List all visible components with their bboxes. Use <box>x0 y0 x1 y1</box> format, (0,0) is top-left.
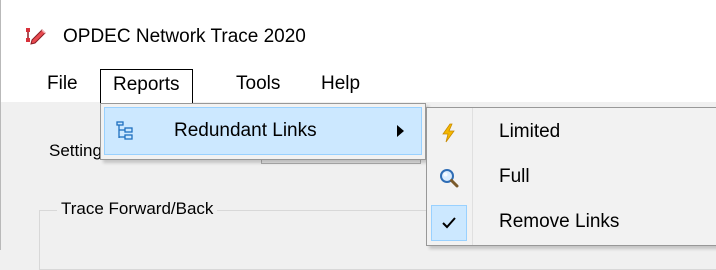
tree-structure-icon <box>116 121 133 140</box>
icon-cell <box>431 160 467 196</box>
submenu-item-limited[interactable]: Limited <box>427 111 716 154</box>
submenu-item-label: Full <box>499 166 530 187</box>
submenu-item-remove-links[interactable]: Remove Links <box>427 201 716 244</box>
reports-dropdown-menu: Redundant Links <box>100 103 426 160</box>
menu-reports[interactable]: Reports <box>100 69 193 103</box>
app-network-icon <box>26 28 46 45</box>
menu-file[interactable]: File <box>35 70 90 98</box>
submenu-arrow-icon <box>397 125 404 137</box>
submenu-item-label: Limited <box>499 121 561 142</box>
menu-item-redundant-links[interactable]: Redundant Links <box>104 107 422 155</box>
menu-help[interactable]: Help <box>309 70 372 98</box>
submenu-item-full[interactable]: Full <box>427 156 716 199</box>
app-window: OPDEC Network Trace 2020 File Reports To… <box>0 0 716 270</box>
title-bar: OPDEC Network Trace 2020 <box>1 0 716 62</box>
trace-group-caption: Trace Forward/Back <box>57 198 218 220</box>
menu-tools[interactable]: Tools <box>224 70 292 98</box>
submenu-item-label: Remove Links <box>499 211 620 232</box>
menu-bar: File Reports Tools Help <box>1 62 716 103</box>
window-title: OPDEC Network Trace 2020 <box>63 26 306 47</box>
menu-item-label: Redundant Links <box>174 120 317 141</box>
lightning-icon <box>442 123 455 143</box>
checkmark-icon <box>442 217 456 229</box>
checked-cell <box>431 205 467 241</box>
magnifier-icon <box>440 169 459 188</box>
icon-cell <box>431 115 467 151</box>
redundant-links-submenu: Limited Full Remove Links <box>426 107 716 246</box>
